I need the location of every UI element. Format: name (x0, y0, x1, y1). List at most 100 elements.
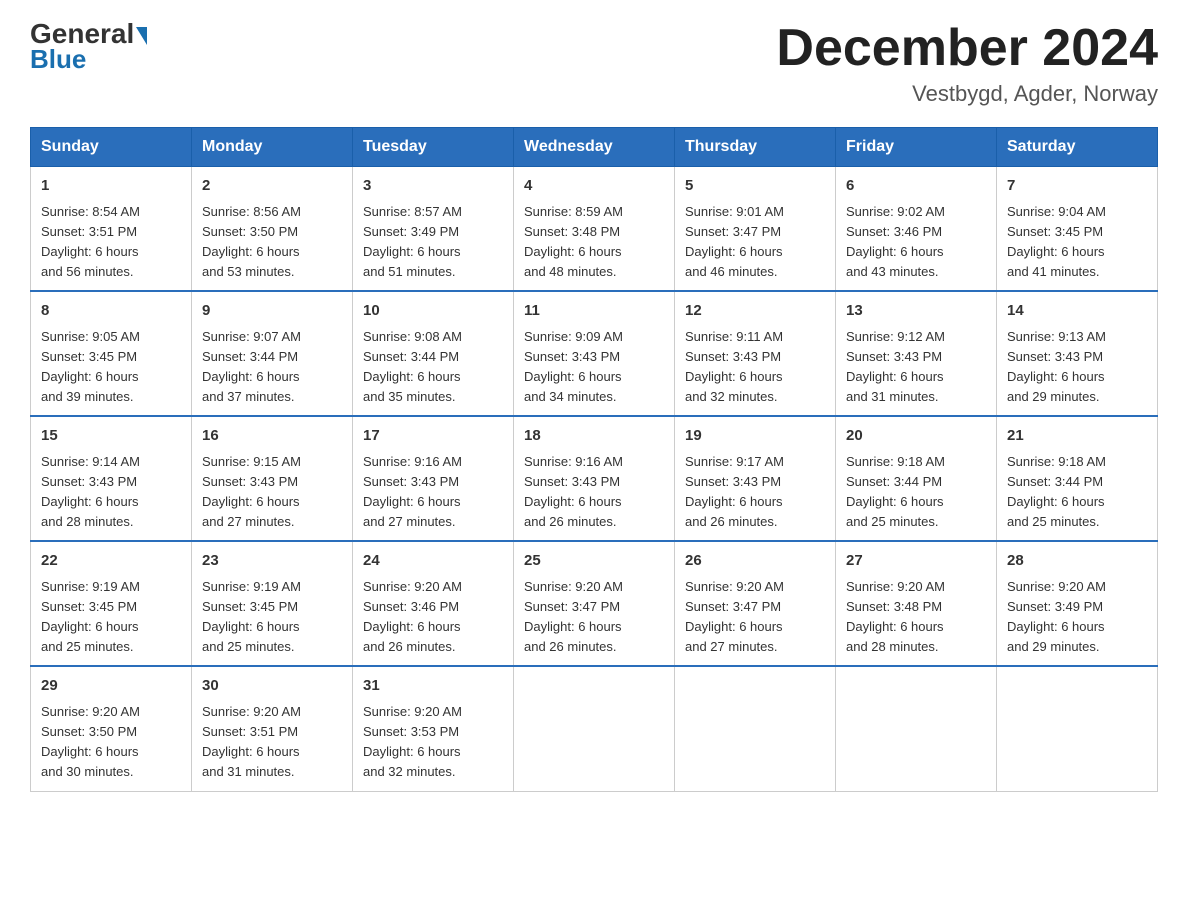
day-cell: 27 Sunrise: 9:20 AM Sunset: 3:48 PM Dayli… (836, 541, 997, 666)
day-cell: 23 Sunrise: 9:19 AM Sunset: 3:45 PM Dayli… (192, 541, 353, 666)
day-cell (997, 666, 1158, 791)
day-number: 2 (202, 175, 342, 198)
day-info: Sunrise: 9:04 AM Sunset: 3:45 PM Dayligh… (1007, 202, 1147, 283)
day-cell: 6 Sunrise: 9:02 AM Sunset: 3:46 PM Daylig… (836, 167, 997, 292)
day-cell (836, 666, 997, 791)
day-info: Sunrise: 9:09 AM Sunset: 3:43 PM Dayligh… (524, 327, 664, 408)
day-number: 12 (685, 300, 825, 323)
day-cell: 30 Sunrise: 9:20 AM Sunset: 3:51 PM Dayli… (192, 666, 353, 791)
day-number: 16 (202, 425, 342, 448)
day-info: Sunrise: 9:18 AM Sunset: 3:44 PM Dayligh… (846, 452, 986, 533)
day-number: 15 (41, 425, 181, 448)
day-cell: 2 Sunrise: 8:56 AM Sunset: 3:50 PM Daylig… (192, 167, 353, 292)
day-cell: 24Sunrise: 9:20 AM Sunset: 3:46 PM Dayli… (353, 541, 514, 666)
week-row-4: 22 Sunrise: 9:19 AM Sunset: 3:45 PM Dayli… (31, 541, 1158, 666)
day-cell: 13 Sunrise: 9:12 AM Sunset: 3:43 PM Dayli… (836, 291, 997, 416)
day-number: 5 (685, 175, 825, 198)
day-cell: 15 Sunrise: 9:14 AM Sunset: 3:43 PM Dayli… (31, 416, 192, 541)
week-row-5: 29 Sunrise: 9:20 AM Sunset: 3:50 PM Dayli… (31, 666, 1158, 791)
day-number: 23 (202, 550, 342, 573)
day-info: Sunrise: 9:17 AM Sunset: 3:43 PM Dayligh… (685, 452, 825, 533)
day-info: Sunrise: 9:16 AM Sunset: 3:43 PM Dayligh… (363, 452, 503, 533)
header-cell-monday: Monday (192, 128, 353, 167)
day-cell: 1 Sunrise: 8:54 AM Sunset: 3:51 PM Daylig… (31, 167, 192, 292)
logo-blue: Blue (30, 44, 86, 75)
day-cell (514, 666, 675, 791)
day-number: 10 (363, 300, 503, 323)
day-info: Sunrise: 9:13 AM Sunset: 3:43 PM Dayligh… (1007, 327, 1147, 408)
day-cell: 7Sunrise: 9:04 AM Sunset: 3:45 PM Daylig… (997, 167, 1158, 292)
logo: General Blue (30, 20, 147, 75)
day-number: 8 (41, 300, 181, 323)
day-number: 6 (846, 175, 986, 198)
calendar-table: SundayMondayTuesdayWednesdayThursdayFrid… (30, 127, 1158, 791)
week-row-2: 8 Sunrise: 9:05 AM Sunset: 3:45 PM Daylig… (31, 291, 1158, 416)
day-info: Sunrise: 9:20 AM Sunset: 3:49 PM Dayligh… (1007, 577, 1147, 658)
day-cell: 11 Sunrise: 9:09 AM Sunset: 3:43 PM Dayli… (514, 291, 675, 416)
day-cell: 8 Sunrise: 9:05 AM Sunset: 3:45 PM Daylig… (31, 291, 192, 416)
day-number: 28 (1007, 550, 1147, 573)
day-number: 26 (685, 550, 825, 573)
day-info: Sunrise: 8:59 AM Sunset: 3:48 PM Dayligh… (524, 202, 664, 283)
day-info: Sunrise: 9:02 AM Sunset: 3:46 PM Dayligh… (846, 202, 986, 283)
day-info: Sunrise: 9:11 AM Sunset: 3:43 PM Dayligh… (685, 327, 825, 408)
day-cell: 22Sunrise: 9:19 AM Sunset: 3:45 PM Dayli… (31, 541, 192, 666)
day-number: 18 (524, 425, 664, 448)
day-number: 4 (524, 175, 664, 198)
header-cell-saturday: Saturday (997, 128, 1158, 167)
day-info: Sunrise: 9:20 AM Sunset: 3:47 PM Dayligh… (685, 577, 825, 658)
day-cell (675, 666, 836, 791)
day-cell: 18 Sunrise: 9:16 AM Sunset: 3:43 PM Dayli… (514, 416, 675, 541)
month-title: December 2024 (776, 20, 1158, 77)
week-row-3: 15 Sunrise: 9:14 AM Sunset: 3:43 PM Dayli… (31, 416, 1158, 541)
day-cell: 25Sunrise: 9:20 AM Sunset: 3:47 PM Dayli… (514, 541, 675, 666)
day-cell: 5 Sunrise: 9:01 AM Sunset: 3:47 PM Daylig… (675, 167, 836, 292)
day-number: 3 (363, 175, 503, 198)
day-number: 29 (41, 675, 181, 698)
day-number: 31 (363, 675, 503, 698)
day-info: Sunrise: 9:15 AM Sunset: 3:43 PM Dayligh… (202, 452, 342, 533)
day-number: 13 (846, 300, 986, 323)
day-info: Sunrise: 8:56 AM Sunset: 3:50 PM Dayligh… (202, 202, 342, 283)
day-cell: 26 Sunrise: 9:20 AM Sunset: 3:47 PM Dayli… (675, 541, 836, 666)
day-cell: 14 Sunrise: 9:13 AM Sunset: 3:43 PM Dayli… (997, 291, 1158, 416)
day-number: 19 (685, 425, 825, 448)
day-info: Sunrise: 9:20 AM Sunset: 3:48 PM Dayligh… (846, 577, 986, 658)
day-info: Sunrise: 8:57 AM Sunset: 3:49 PM Dayligh… (363, 202, 503, 283)
day-info: Sunrise: 9:07 AM Sunset: 3:44 PM Dayligh… (202, 327, 342, 408)
day-number: 30 (202, 675, 342, 698)
day-info: Sunrise: 9:05 AM Sunset: 3:45 PM Dayligh… (41, 327, 181, 408)
location: Vestbygd, Agder, Norway (776, 81, 1158, 107)
day-cell: 29 Sunrise: 9:20 AM Sunset: 3:50 PM Dayli… (31, 666, 192, 791)
day-number: 20 (846, 425, 986, 448)
day-info: Sunrise: 9:16 AM Sunset: 3:43 PM Dayligh… (524, 452, 664, 533)
day-info: Sunrise: 9:20 AM Sunset: 3:53 PM Dayligh… (363, 702, 503, 783)
day-info: Sunrise: 9:12 AM Sunset: 3:43 PM Dayligh… (846, 327, 986, 408)
day-cell: 10Sunrise: 9:08 AM Sunset: 3:44 PM Dayli… (353, 291, 514, 416)
header-cell-sunday: Sunday (31, 128, 192, 167)
day-cell: 12 Sunrise: 9:11 AM Sunset: 3:43 PM Dayli… (675, 291, 836, 416)
day-number: 27 (846, 550, 986, 573)
day-info: Sunrise: 9:01 AM Sunset: 3:47 PM Dayligh… (685, 202, 825, 283)
day-number: 22 (41, 550, 181, 573)
day-info: Sunrise: 9:14 AM Sunset: 3:43 PM Dayligh… (41, 452, 181, 533)
header-cell-wednesday: Wednesday (514, 128, 675, 167)
day-info: Sunrise: 8:54 AM Sunset: 3:51 PM Dayligh… (41, 202, 181, 283)
day-cell: 16 Sunrise: 9:15 AM Sunset: 3:43 PM Dayli… (192, 416, 353, 541)
page-header: General Blue December 2024 Vestbygd, Agd… (30, 20, 1158, 107)
day-info: Sunrise: 9:20 AM Sunset: 3:50 PM Dayligh… (41, 702, 181, 783)
day-cell: 19 Sunrise: 9:17 AM Sunset: 3:43 PM Dayli… (675, 416, 836, 541)
header-cell-thursday: Thursday (675, 128, 836, 167)
day-cell: 20 Sunrise: 9:18 AM Sunset: 3:44 PM Dayli… (836, 416, 997, 541)
day-cell: 28 Sunrise: 9:20 AM Sunset: 3:49 PM Dayli… (997, 541, 1158, 666)
day-cell: 17Sunrise: 9:16 AM Sunset: 3:43 PM Dayli… (353, 416, 514, 541)
day-info: Sunrise: 9:19 AM Sunset: 3:45 PM Dayligh… (202, 577, 342, 658)
day-number: 1 (41, 175, 181, 198)
day-cell: 31 Sunrise: 9:20 AM Sunset: 3:53 PM Dayli… (353, 666, 514, 791)
day-info: Sunrise: 9:20 AM Sunset: 3:51 PM Dayligh… (202, 702, 342, 783)
day-number: 21 (1007, 425, 1147, 448)
day-cell: 21Sunrise: 9:18 AM Sunset: 3:44 PM Dayli… (997, 416, 1158, 541)
day-number: 9 (202, 300, 342, 323)
day-number: 14 (1007, 300, 1147, 323)
day-number: 11 (524, 300, 664, 323)
